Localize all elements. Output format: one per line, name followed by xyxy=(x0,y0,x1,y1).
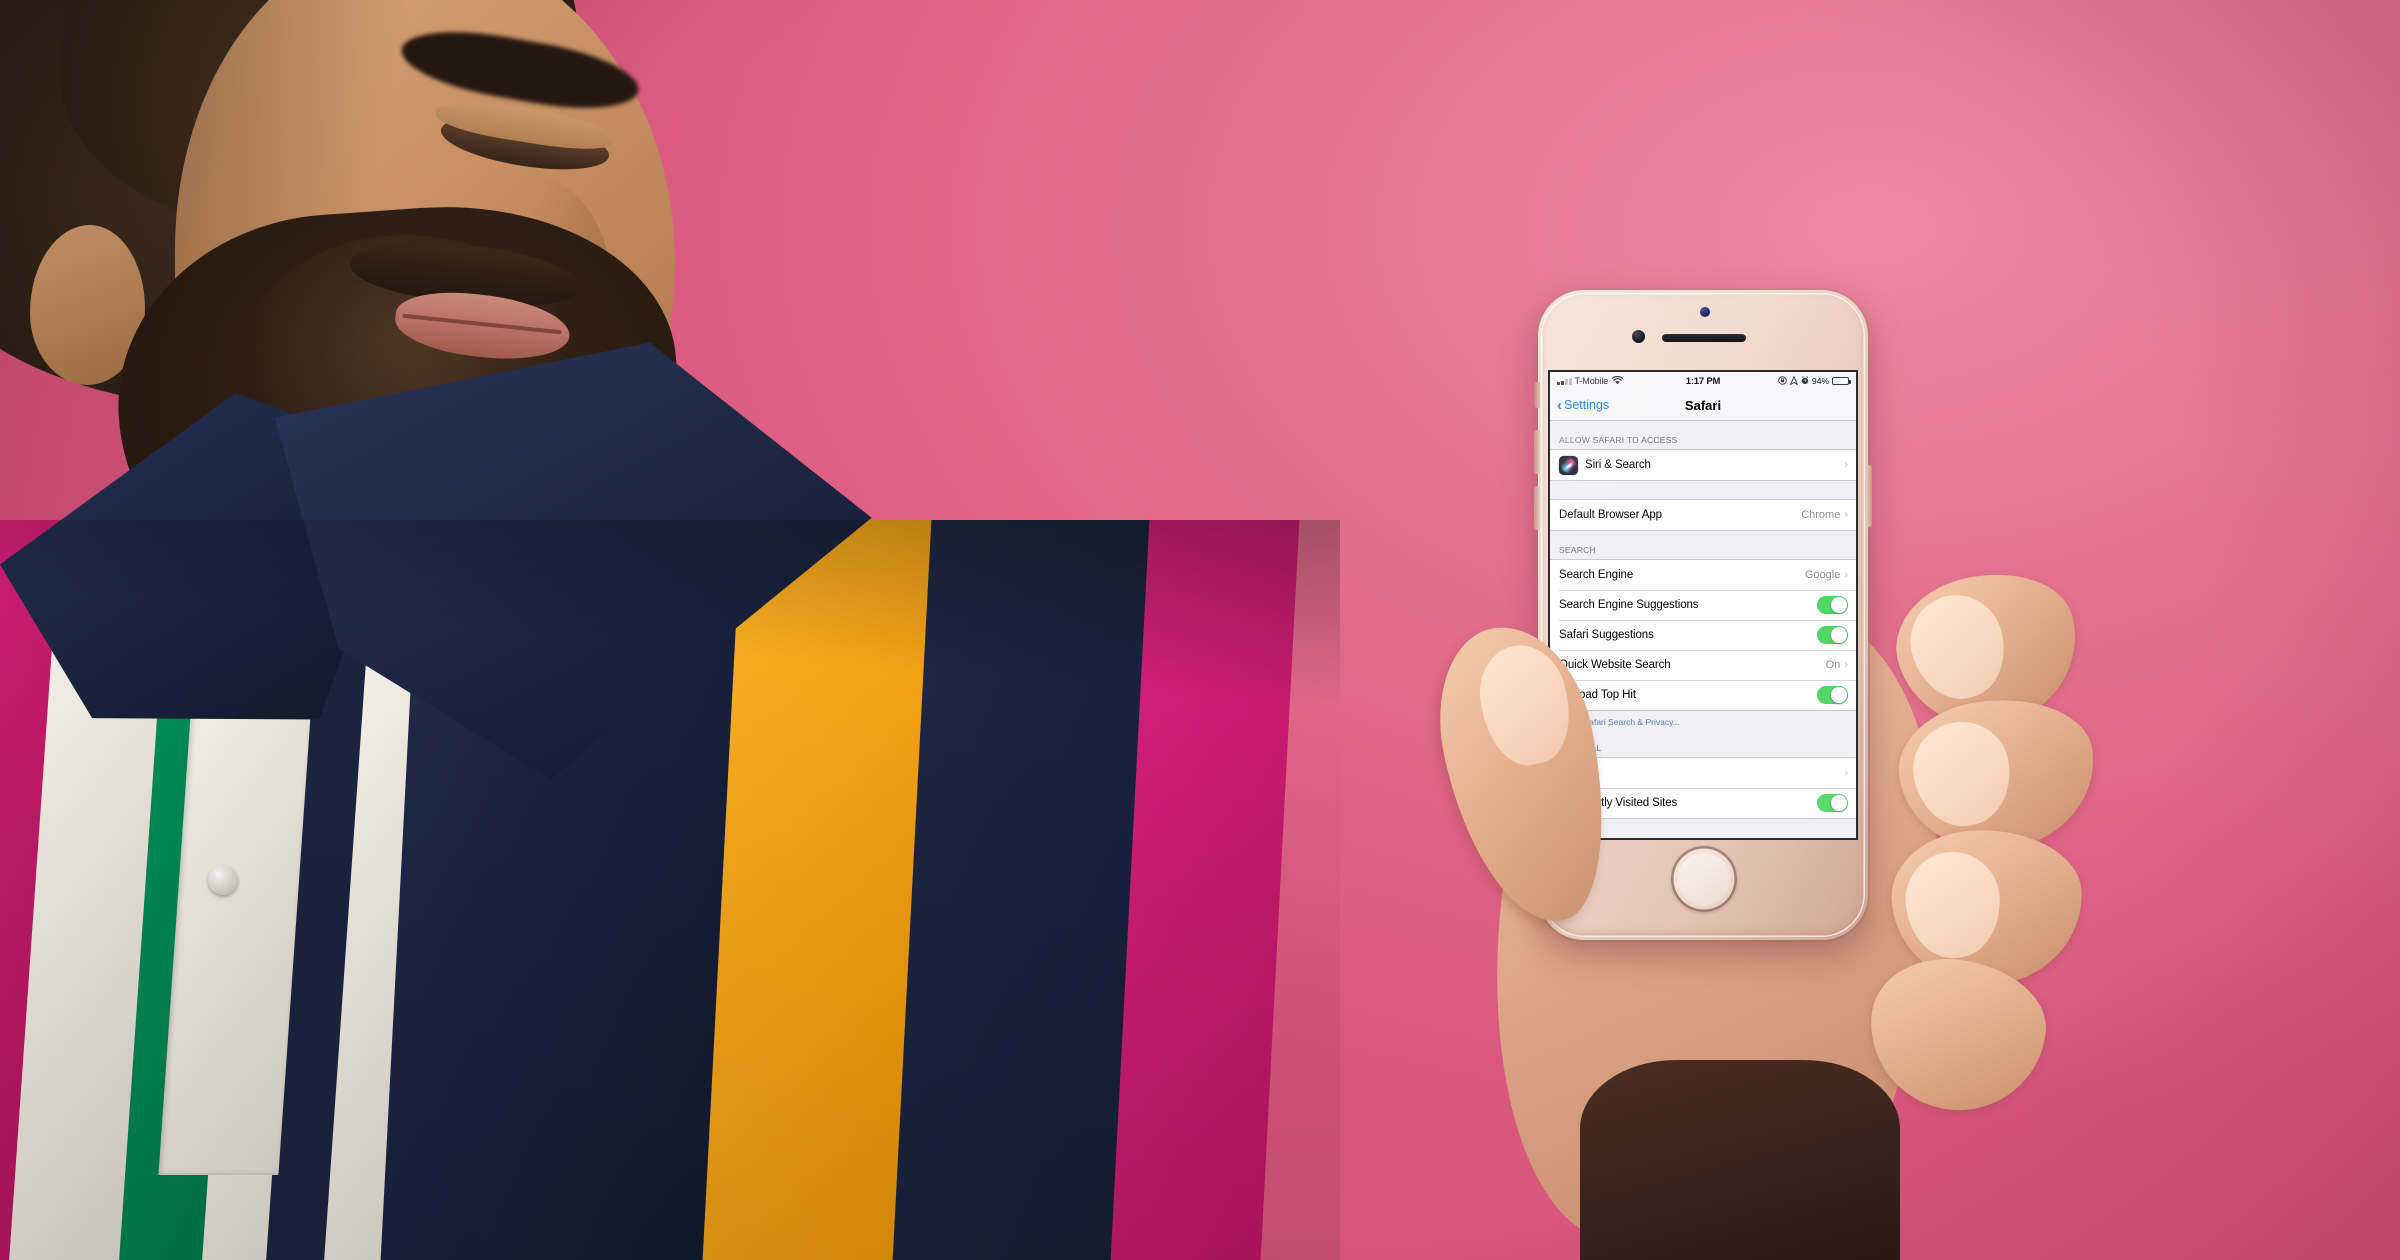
row-accessory: › xyxy=(1844,766,1848,779)
striped-polo-shirt xyxy=(0,520,1340,1260)
earpiece-speaker xyxy=(1662,334,1746,342)
volume-up-button[interactable] xyxy=(1534,430,1540,474)
settings-row-quick-website-search[interactable]: Quick Website Search On › xyxy=(1550,650,1856,680)
alarm-clock-icon xyxy=(1801,375,1809,387)
wrist-sleeve xyxy=(1580,1060,1900,1260)
row-accessory: Google › xyxy=(1805,569,1848,581)
chevron-right-icon: › xyxy=(1844,508,1848,521)
toggle-frequently-visited-sites[interactable] xyxy=(1817,793,1848,813)
home-button[interactable] xyxy=(1671,846,1737,912)
battery-percent-label: 94% xyxy=(1811,376,1829,386)
toggle-preload-top-hit[interactable] xyxy=(1817,685,1848,705)
settings-row-safari-suggestions[interactable]: Safari Suggestions xyxy=(1550,620,1856,650)
chevron-right-icon: › xyxy=(1844,458,1848,471)
home-button-inner xyxy=(1678,853,1730,905)
row-label: Siri & Search xyxy=(1585,459,1651,471)
settings-row-search-engine[interactable]: Search Engine Google › xyxy=(1550,560,1856,590)
row-accessory xyxy=(1817,685,1848,705)
settings-group: Default Browser App Chrome › xyxy=(1550,499,1856,531)
row-label: Search Engine Suggestions xyxy=(1559,599,1699,611)
row-label: Safari Suggestions xyxy=(1559,629,1654,641)
settings-row-preload-top-hit[interactable]: Preload Top Hit xyxy=(1550,680,1856,710)
row-accessory xyxy=(1817,793,1848,813)
row-label: Default Browser App xyxy=(1559,509,1662,521)
row-accessory: › xyxy=(1844,458,1848,471)
chevron-right-icon: › xyxy=(1844,766,1848,779)
row-value: Chrome xyxy=(1801,509,1841,521)
front-camera-icon xyxy=(1632,330,1645,343)
status-bar: T-Mobile 1:17 PM 94% xyxy=(1550,372,1856,390)
row-accessory: On › xyxy=(1826,659,1848,671)
row-accessory: Chrome › xyxy=(1801,509,1848,521)
row-value: Google xyxy=(1804,569,1841,581)
hand-holding-phone: T-Mobile 1:17 PM 94% ‹ Settings Safari A… xyxy=(1420,270,2190,1260)
chevron-right-icon: › xyxy=(1844,658,1848,671)
page-title: Safari xyxy=(1684,397,1722,413)
rotation-lock-icon xyxy=(1778,375,1787,387)
settings-row-default-browser-app[interactable]: Default Browser App Chrome › xyxy=(1550,500,1856,530)
settings-group: Search Engine Google › Search Engine Sug… xyxy=(1550,559,1856,711)
about-safari-search-privacy-link[interactable]: About Safari Search & Privacy... xyxy=(1550,711,1856,729)
shirt-shading xyxy=(0,520,1340,1260)
section-header-search: SEARCH xyxy=(1559,545,1596,555)
volume-down-button[interactable] xyxy=(1534,486,1540,530)
row-value: On xyxy=(1825,659,1841,671)
settings-group: Siri & Search › xyxy=(1550,449,1856,481)
settings-row-search-engine-suggestions[interactable]: Search Engine Suggestions xyxy=(1550,590,1856,620)
toggle-search-engine-suggestions[interactable] xyxy=(1817,595,1848,615)
row-accessory xyxy=(1817,625,1848,645)
row-label: Quick Website Search xyxy=(1559,659,1671,671)
siri-icon xyxy=(1559,455,1578,475)
power-button[interactable] xyxy=(1866,465,1872,527)
chevron-right-icon: › xyxy=(1844,568,1848,581)
proximity-sensor-icon xyxy=(1700,307,1710,317)
row-accessory xyxy=(1817,595,1848,615)
status-right-group: 94% xyxy=(1778,374,1851,387)
battery-icon xyxy=(1832,377,1851,385)
settings-row-siri-search[interactable]: Siri & Search › xyxy=(1550,450,1856,480)
toggle-safari-suggestions[interactable] xyxy=(1817,625,1848,645)
mute-switch[interactable] xyxy=(1534,382,1540,408)
row-label: Search Engine xyxy=(1559,569,1634,581)
section-header-allow-access: ALLOW SAFARI TO ACCESS xyxy=(1559,435,1678,445)
location-arrow-icon xyxy=(1789,374,1799,387)
navigation-bar: ‹ Settings Safari xyxy=(1550,390,1856,421)
